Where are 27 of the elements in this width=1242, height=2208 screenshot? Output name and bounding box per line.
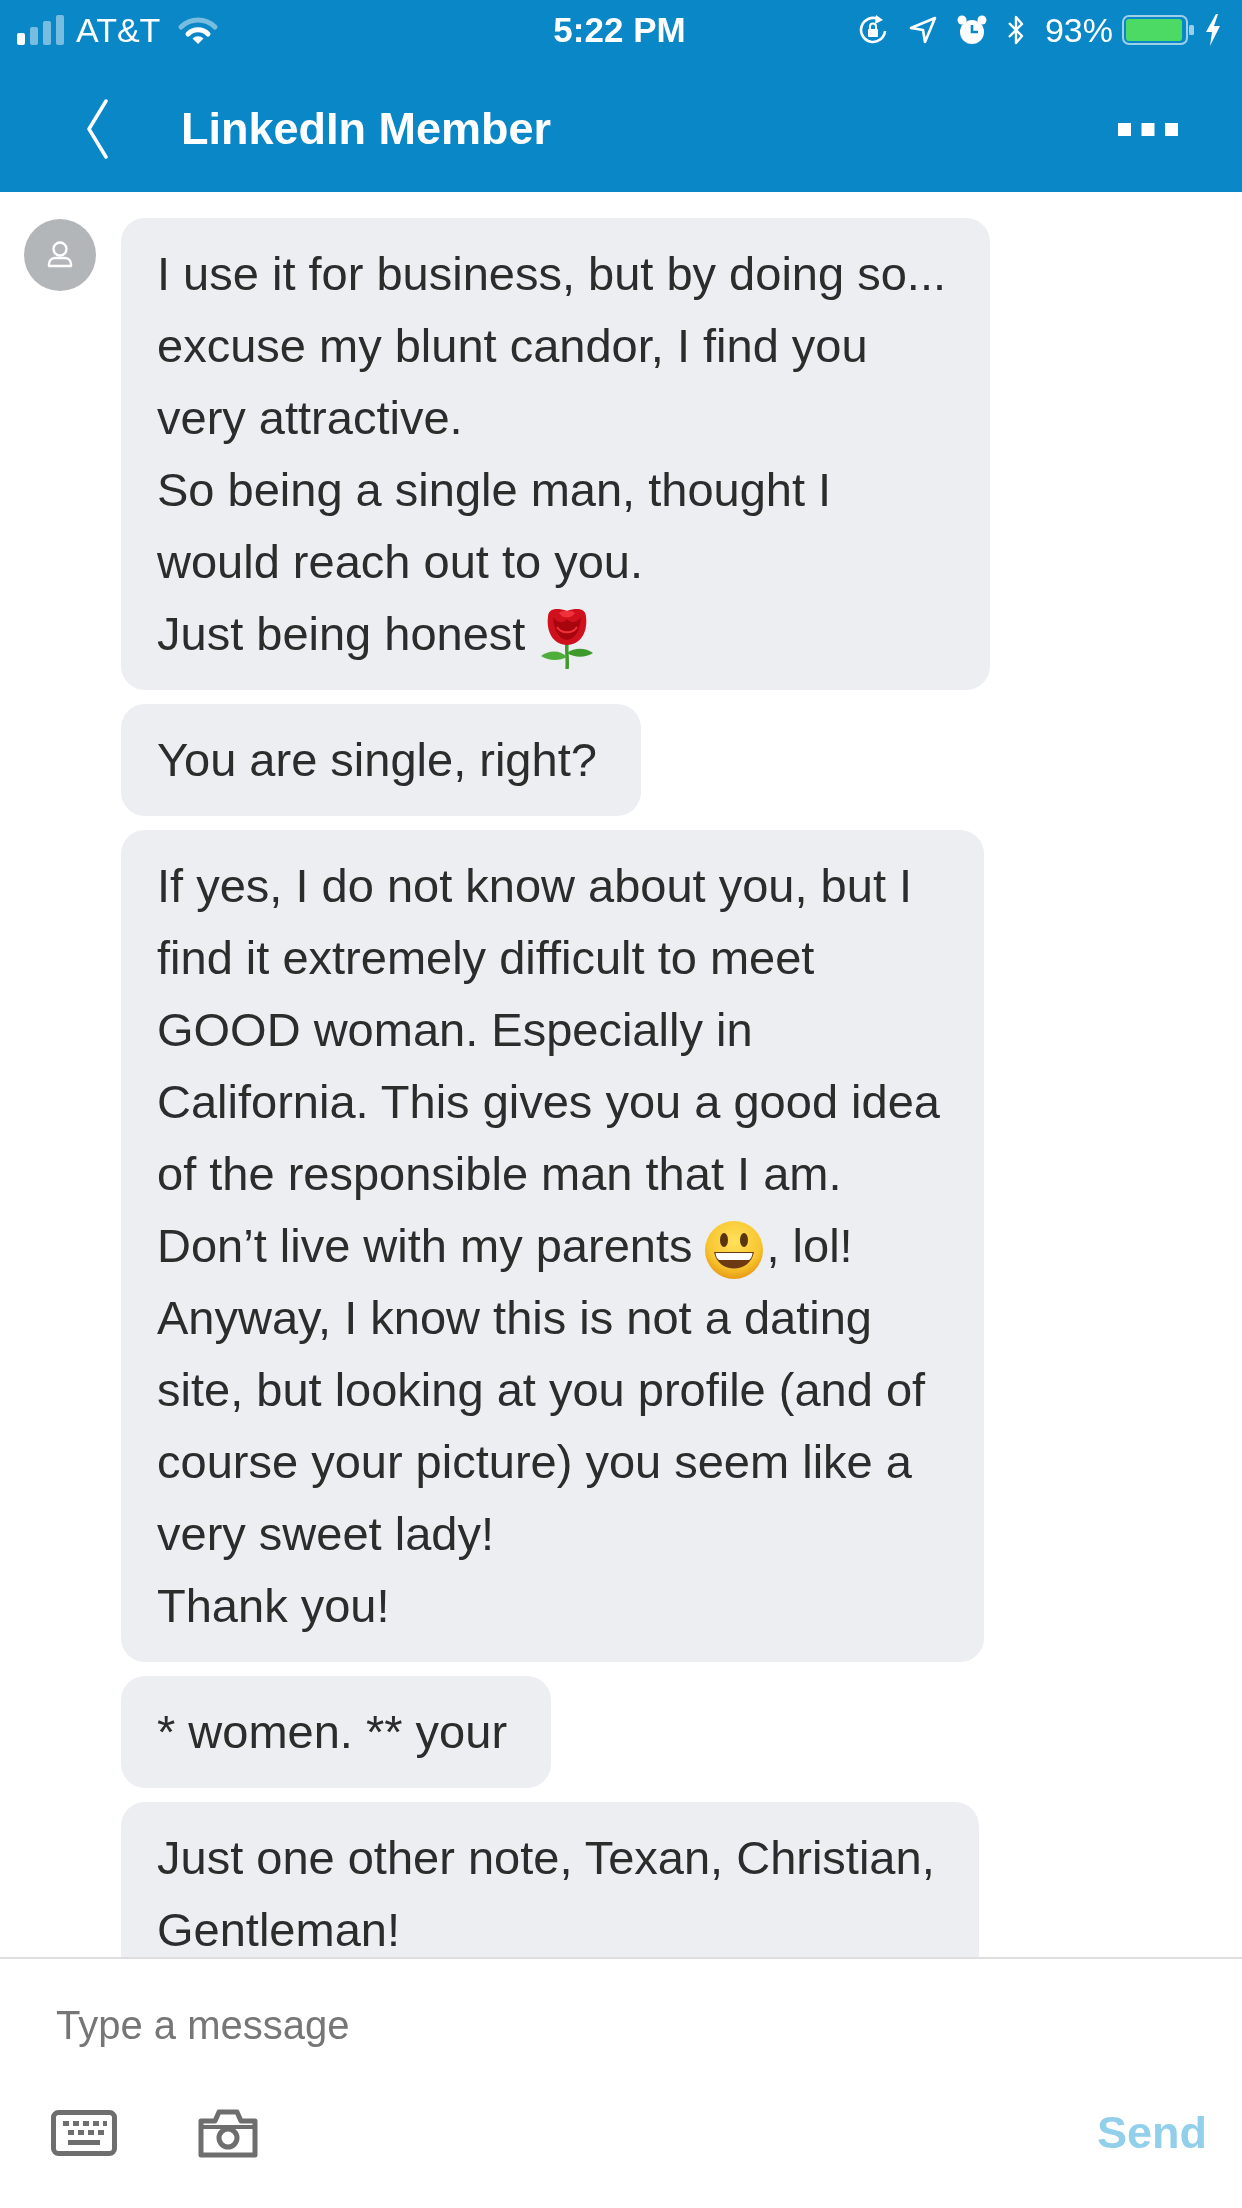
battery-icon [1122, 15, 1194, 45]
conversation-title: LinkedIn Member [181, 102, 552, 156]
alarm-clock-icon [956, 15, 987, 45]
carrier-name: AT&T [76, 10, 161, 50]
more-icon[interactable] [1118, 122, 1178, 136]
message-text: If yes, I do not know about you, but I find it extremely difficult to meet GOOD woman. Especially in California. This gives you a good idea of the responsible man that I am. [157, 859, 940, 1200]
charging-bolt-icon [1204, 14, 1222, 46]
message-text: Just being honest [157, 607, 526, 660]
status-time: 5:22 PM [553, 10, 686, 50]
keyboard-icon[interactable] [51, 2110, 117, 2156]
message-text: Anyway, I know this is not a dating site, but looking at you profile (and of course your picture) you seem like a very sweet lady! Thank you! [157, 1291, 926, 1632]
location-arrow-icon [908, 16, 937, 44]
message-text: Just one other note, Texan, Christian, Gentleman! [157, 1831, 935, 1956]
camera-icon[interactable] [197, 2108, 259, 2158]
battery-percent: 93% [1044, 10, 1113, 50]
message-text: I use it for business, but by doing so... excuse my blunt candor, I find you very attractive. So being a single man, thought I would reach out to you. [157, 247, 946, 588]
message-text: You are single, right? [157, 733, 597, 786]
smiley-emoji-icon [704, 1219, 765, 1280]
message-text: * women. ** your [157, 1705, 508, 1758]
back-icon[interactable] [85, 99, 109, 159]
wifi-icon [177, 15, 220, 45]
message-text: Don’t live with my parents [157, 1219, 693, 1272]
message-text: , lol! [766, 1219, 853, 1272]
signal-icon [17, 15, 65, 45]
avatar-icon [24, 219, 96, 291]
bluetooth-icon [1006, 14, 1025, 46]
message-input[interactable]: Type a message [50, 1990, 1190, 2060]
